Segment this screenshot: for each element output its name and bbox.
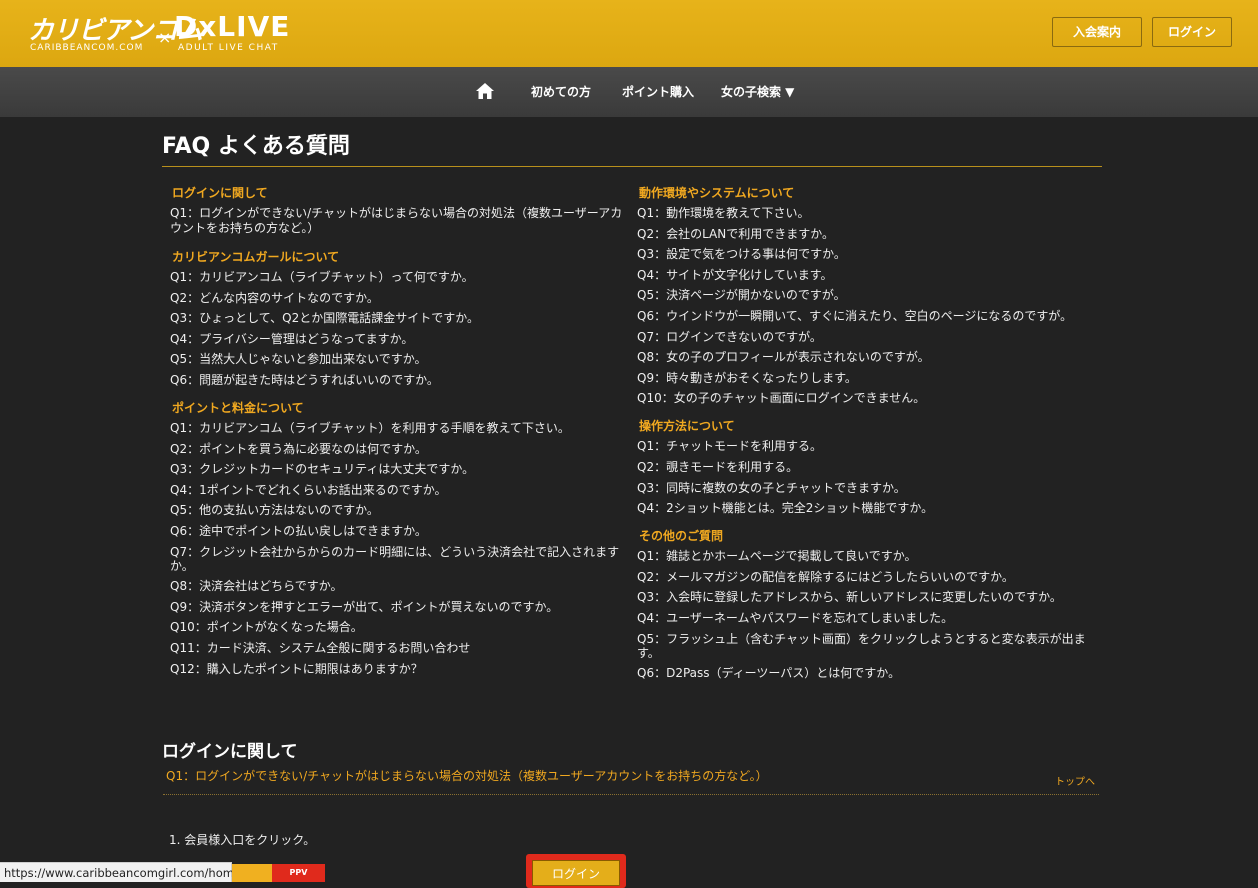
back-to-top-link[interactable]: トップへ bbox=[1055, 773, 1095, 788]
faq-question-link[interactable]: Q4：ユーザーネームやパスワードを忘れてしまいました。 bbox=[637, 611, 1107, 625]
faq-question-link[interactable]: Q10：女の子のチャット画面にログインできません。 bbox=[637, 391, 1107, 405]
right-section: 操作方法について Q1：チャットモードを利用する。 Q2：覗きモードを利用する。 Q3… bbox=[637, 418, 1107, 515]
faq-question-link[interactable]: Q2：どんな内容のサイトなのですか。 bbox=[170, 291, 625, 305]
main-nav: 初めての方 ポイント購入 女の子検索 ▼ bbox=[0, 67, 1258, 117]
faq-right-column: 動作環境やシステムについて Q1：動作環境を教えて下さい。 Q2：会社のLANで利用… bbox=[637, 185, 1107, 693]
faq-question-link[interactable]: Q5：フラッシュ上（含むチャット画面）をクリックしようとすると変な表示が出ます。 bbox=[637, 632, 1107, 660]
login-screenshot-image: ログイン bbox=[526, 854, 626, 888]
ppv-banner[interactable]: PPV bbox=[232, 864, 325, 882]
faq-question-link[interactable]: Q10：ポイントがなくなった場合。 bbox=[170, 620, 625, 634]
faq-question-link[interactable]: Q3：入会時に登録したアドレスから、新しいアドレスに変更したいのですか。 bbox=[637, 590, 1107, 604]
faq-question-link[interactable]: Q3：ひょっとして、Q2とか国際電話課金サイトですか。 bbox=[170, 311, 625, 325]
faq-section-heading[interactable]: その他のご質問 bbox=[639, 528, 1107, 544]
faq-question-link[interactable]: Q5：決済ページが開かないのですが。 bbox=[637, 288, 1107, 302]
faq-section-heading[interactable]: 操作方法について bbox=[639, 418, 1107, 434]
faq-section-heading[interactable]: ポイントと料金について bbox=[172, 400, 625, 416]
faq-question-link[interactable]: Q2：覗きモードを利用する。 bbox=[637, 460, 1107, 474]
faq-question-link[interactable]: Q5：他の支払い方法はないのですか。 bbox=[170, 503, 625, 517]
nav-search-girls[interactable]: 女の子検索 ▼ bbox=[721, 83, 794, 100]
faq-question-link[interactable]: Q4：プライバシー管理はどうなってますか。 bbox=[170, 332, 625, 346]
left-section: カリビアンコムガールについて Q1：カリビアンコム（ライブチャット）って何ですか。… bbox=[170, 249, 625, 387]
faq-question-link[interactable]: Q2：ポイントを買う為に必要なのは何ですか。 bbox=[170, 442, 625, 456]
faq-question-link[interactable]: Q1：カリビアンコム（ライブチャット）って何ですか。 bbox=[170, 270, 625, 284]
faq-question-link[interactable]: Q3：設定で気をつける事は何ですか。 bbox=[637, 247, 1107, 261]
login-image-label: ログイン bbox=[532, 860, 620, 886]
faq-question-link[interactable]: Q1：雑誌とかホームページで掲載して良いですか。 bbox=[637, 549, 1107, 563]
nav-first-time[interactable]: 初めての方 bbox=[531, 83, 591, 100]
faq-question-link[interactable]: Q2：メールマガジンの配信を解除するにはどうしたらいいのですか。 bbox=[637, 570, 1107, 584]
faq-question-link[interactable]: Q8：決済会社はどちらですか。 bbox=[170, 579, 625, 593]
faq-question-link[interactable]: Q3：同時に複数の女の子とチャットできますか。 bbox=[637, 481, 1107, 495]
faq-question-link[interactable]: Q8：女の子のプロフィールが表示されないのですが。 bbox=[637, 350, 1107, 364]
title-divider bbox=[162, 166, 1102, 167]
faq-question-link[interactable]: Q12：購入したポイントに期限はありますか？ bbox=[170, 662, 625, 676]
faq-question-link[interactable]: Q4：1ポイントでどれくらいお話出来るのですか。 bbox=[170, 483, 625, 497]
faq-question-link[interactable]: Q9：時々動きがおそくなったりします。 bbox=[637, 371, 1107, 385]
faq-question-link[interactable]: Q6：D2Pass（ディーツーパス）とは何ですか。 bbox=[637, 666, 1107, 680]
detail-question: Q1：ログインができない/チャットがはじまらない場合の対処法（複数ユーザーアカウ… bbox=[166, 769, 768, 783]
faq-section-heading[interactable]: カリビアンコムガールについて bbox=[172, 249, 625, 265]
faq-question-link[interactable]: Q4：2ショット機能とは。完全2ショット機能ですか。 bbox=[637, 501, 1107, 515]
login-button[interactable]: ログイン bbox=[1152, 17, 1232, 47]
faq-section-heading[interactable]: ログインに関して bbox=[172, 185, 625, 201]
faq-question-link[interactable]: Q1：チャットモードを利用する。 bbox=[637, 439, 1107, 453]
faq-left-column: ログインに関して Q1：ログインができない/チャットがはじまらない場合の対処法（複… bbox=[170, 185, 625, 689]
faq-question-link[interactable]: Q11：カード決済、システム全般に関するお問い合わせ bbox=[170, 641, 625, 655]
dotted-divider bbox=[163, 794, 1099, 795]
detail-section-heading: ログインに関して bbox=[162, 742, 298, 762]
faq-question-link[interactable]: Q6：ウインドウが一瞬開いて、すぐに消えたり、空白のページになるのですが。 bbox=[637, 309, 1107, 323]
banner-icon bbox=[232, 864, 272, 882]
browser-status-url: https://www.caribbeancomgirl.com/home bbox=[0, 862, 241, 882]
logo-dxlive: DxLIVE bbox=[174, 10, 291, 43]
right-section: その他のご質問 Q1：雑誌とかホームページで掲載して良いですか。 Q2：メールマガジ… bbox=[637, 528, 1107, 680]
faq-question-link[interactable]: Q7：クレジット会社からからのカード明細には、どういう決済会社で記入されますか。 bbox=[170, 545, 625, 573]
faq-question-link[interactable]: Q7：ログインできないのですが。 bbox=[637, 330, 1107, 344]
site-header: カリビアンコム × DxLIVE CARIBBEANCOM.COM ADULT … bbox=[0, 0, 1258, 67]
faq-question-link[interactable]: Q2：会社のLANで利用できますか。 bbox=[637, 227, 1107, 241]
logo-subtitle-dxlive: ADULT LIVE CHAT bbox=[178, 43, 279, 53]
faq-section-heading[interactable]: 動作環境やシステムについて bbox=[639, 185, 1107, 201]
step-1-text: 1. 会員様入口をクリック。 bbox=[169, 833, 316, 847]
right-section: 動作環境やシステムについて Q1：動作環境を教えて下さい。 Q2：会社のLANで利用… bbox=[637, 185, 1107, 405]
faq-question-link[interactable]: Q1：ログインができない/チャットがはじまらない場合の対処法（複数ユーザーアカウ… bbox=[170, 206, 625, 236]
left-section: ポイントと料金について Q1：カリビアンコム（ライブチャット）を利用する手順を教え… bbox=[170, 400, 625, 676]
faq-question-link[interactable]: Q1：動作環境を教えて下さい。 bbox=[637, 206, 1107, 220]
banner-ppv-label: PPV bbox=[272, 864, 325, 882]
faq-question-link[interactable]: Q4：サイトが文字化けしています。 bbox=[637, 268, 1107, 282]
logo-subtitle-caribbeancom: CARIBBEANCOM.COM bbox=[30, 43, 144, 53]
faq-question-link[interactable]: Q3：クレジットカードのセキュリティは大丈夫ですか。 bbox=[170, 462, 625, 476]
home-icon[interactable] bbox=[476, 83, 494, 99]
page-title: FAQ よくある質問 bbox=[162, 134, 350, 159]
faq-question-link[interactable]: Q5：当然大人じゃないと参加出来ないですか。 bbox=[170, 352, 625, 366]
faq-question-link[interactable]: Q9：決済ボタンを押すとエラーが出て、ポイントが買えないのですか。 bbox=[170, 600, 625, 614]
left-section: ログインに関して Q1：ログインができない/チャットがはじまらない場合の対処法（複… bbox=[170, 185, 625, 236]
join-info-button[interactable]: 入会案内 bbox=[1052, 17, 1142, 47]
faq-question-link[interactable]: Q6：途中でポイントの払い戻しはできますか。 bbox=[170, 524, 625, 538]
faq-question-link[interactable]: Q6：問題が起きた時はどうすればいいのですか。 bbox=[170, 373, 625, 387]
nav-buy-points[interactable]: ポイント購入 bbox=[622, 83, 694, 100]
faq-question-link[interactable]: Q1：カリビアンコム（ライブチャット）を利用する手順を教えて下さい。 bbox=[170, 421, 625, 435]
logo-cross: × bbox=[158, 28, 172, 47]
